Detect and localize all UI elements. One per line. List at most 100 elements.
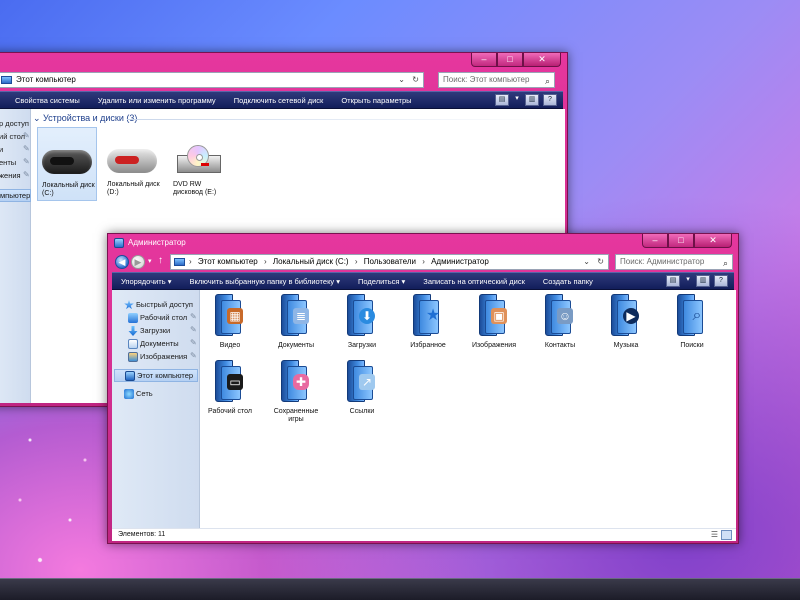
folder-saved-games[interactable]: ✚ Сохраненные игры bbox=[266, 360, 326, 424]
address-bar[interactable]: Этот компьютер ⌄ ↻ bbox=[0, 72, 424, 88]
item-count: Элементов: 11 bbox=[118, 531, 166, 538]
maximize-button[interactable]: □ bbox=[497, 53, 523, 67]
search-icon[interactable]: ⌕ bbox=[545, 74, 550, 88]
pin-icon: ✎ bbox=[190, 351, 197, 360]
pin-icon: ✎ bbox=[23, 170, 30, 179]
close-button[interactable]: ✕ bbox=[523, 53, 561, 67]
documents-icon bbox=[128, 339, 138, 349]
back-address-row: Этот компьютер ⌄ ↻ Поиск: Этот компьютер… bbox=[0, 72, 561, 90]
chevron-down-icon: ⌄ bbox=[33, 113, 44, 123]
dvd-drive-icon bbox=[177, 145, 221, 173]
cmd-uninstall-program[interactable]: Удалить или изменить программу bbox=[89, 96, 225, 105]
cmd-open-settings[interactable]: Открыть параметры bbox=[332, 96, 420, 105]
cmd-map-network-drive[interactable]: Подключить сетевой диск bbox=[225, 96, 333, 105]
downloads-folder-icon: ⬇ bbox=[347, 294, 379, 336]
refresh-icon[interactable]: ↻ bbox=[597, 255, 604, 269]
large-icons-view-icon[interactable] bbox=[721, 530, 732, 540]
nav-item-network[interactable]: Сеть bbox=[112, 388, 200, 401]
breadcrumb-administrator[interactable]: Администратор bbox=[431, 257, 489, 266]
view-options-icon[interactable]: ▤ bbox=[495, 94, 509, 106]
front-command-bar: Упорядочить ▾ Включить выбранную папку в… bbox=[112, 272, 734, 290]
preview-pane-icon[interactable]: ▥ bbox=[525, 94, 539, 106]
cmd-include-in-library[interactable]: Включить выбранную папку в библиотеку ▾ bbox=[180, 277, 349, 286]
chevron-down-icon[interactable]: ⌄ bbox=[583, 255, 590, 269]
breadcrumb-local-disk-c[interactable]: Локальный диск (C:) bbox=[273, 257, 349, 266]
refresh-icon[interactable]: ↻ bbox=[412, 73, 419, 87]
cmd-organize[interactable]: Упорядочить ▾ bbox=[112, 277, 180, 286]
view-options-icon[interactable]: ▤ bbox=[666, 275, 680, 287]
taskbar[interactable] bbox=[0, 578, 800, 600]
nav-item-quick-access[interactable]: Быстрый доступ bbox=[112, 299, 200, 312]
breadcrumb-this-pc[interactable]: Этот компьютер bbox=[198, 257, 258, 266]
minimize-button[interactable]: – bbox=[471, 53, 497, 67]
nav-item-this-pc[interactable]: Этот компьютер bbox=[114, 369, 198, 382]
drive-c[interactable]: Локальный диск (C:) bbox=[37, 127, 97, 201]
nav-item-documents[interactable]: енты ✎ bbox=[0, 157, 31, 170]
cmd-burn[interactable]: Записать на оптический диск bbox=[414, 277, 534, 286]
pin-icon: ✎ bbox=[23, 144, 30, 153]
drive-e-dvd[interactable]: DVD RW дисковод (E:) bbox=[169, 127, 229, 201]
help-icon[interactable]: ? bbox=[543, 94, 557, 106]
front-navigation-pane: Быстрый доступ Рабочий стол ✎ Загрузки ✎… bbox=[112, 290, 200, 528]
nav-item-desktop[interactable]: Рабочий стол ✎ bbox=[112, 312, 200, 325]
folder-contacts[interactable]: ☺ Контакты bbox=[530, 294, 590, 358]
front-window: Администратор – □ ✕ ◀ ▶ ▾ ↑ › Этот компь… bbox=[107, 233, 739, 544]
search-icon[interactable]: ⌕ bbox=[723, 256, 728, 270]
back-arrow-icon[interactable]: ◀ bbox=[115, 255, 129, 269]
front-window-caption-buttons: – □ ✕ bbox=[642, 234, 732, 248]
folder-pictures[interactable]: ▣ Изображения bbox=[464, 294, 524, 358]
forward-arrow-icon[interactable]: ▶ bbox=[131, 255, 145, 269]
address-bar[interactable]: › Этот компьютер › Локальный диск (C:) ›… bbox=[170, 254, 609, 270]
folder-searches[interactable]: ⌕ Поиски bbox=[662, 294, 722, 358]
music-folder-icon: ▶ bbox=[611, 294, 643, 336]
links-folder-icon: ↗ bbox=[347, 360, 379, 402]
preview-pane-icon[interactable]: ▥ bbox=[696, 275, 710, 287]
help-icon[interactable]: ? bbox=[714, 275, 728, 287]
nav-item-downloads[interactable]: и ✎ bbox=[0, 144, 31, 157]
nav-item-desktop[interactable]: ий стол ✎ bbox=[0, 131, 31, 144]
section-devices-drives[interactable]: ⌄ Устройства и диски (3) bbox=[33, 113, 137, 124]
nav-item-this-pc[interactable]: мпьютер bbox=[0, 189, 31, 202]
folder-desktop[interactable]: ▭ Рабочий стол bbox=[200, 360, 260, 424]
breadcrumb-users[interactable]: Пользователи bbox=[364, 257, 416, 266]
saved-games-folder-icon: ✚ bbox=[281, 360, 313, 402]
folder-favorites[interactable]: ★ Избранное bbox=[398, 294, 458, 358]
recent-locations-icon[interactable]: ▾ bbox=[148, 257, 152, 265]
minimize-button[interactable]: – bbox=[642, 234, 668, 248]
nav-item-pictures[interactable]: жения ✎ bbox=[0, 170, 31, 183]
chevron-down-icon[interactable]: ▾ bbox=[684, 275, 692, 287]
back-navigation-pane: р доступ ий стол ✎ и ✎ енты ✎ жения ✎ мпьюте… bbox=[0, 109, 31, 403]
network-icon bbox=[124, 389, 134, 399]
cmd-system-properties[interactable]: Свойства системы bbox=[0, 96, 89, 105]
star-icon bbox=[124, 300, 134, 310]
breadcrumb-this-pc[interactable]: Этот компьютер bbox=[16, 75, 76, 84]
video-folder-icon: ▦ bbox=[215, 294, 247, 336]
search-input[interactable]: Поиск: Этот компьютер ⌕ bbox=[438, 72, 555, 88]
drive-d[interactable]: Локальный диск (D:) bbox=[103, 127, 163, 201]
nav-item-documents[interactable]: Документы ✎ bbox=[112, 338, 200, 351]
maximize-button[interactable]: □ bbox=[668, 234, 694, 248]
folder-downloads[interactable]: ⬇ Загрузки bbox=[332, 294, 392, 358]
computer-icon bbox=[1, 76, 12, 84]
hdd-icon bbox=[107, 149, 157, 173]
close-button[interactable]: ✕ bbox=[694, 234, 732, 248]
downloads-icon bbox=[128, 326, 138, 336]
up-arrow-icon[interactable]: ↑ bbox=[158, 255, 163, 266]
nav-item-downloads[interactable]: Загрузки ✎ bbox=[112, 325, 200, 338]
folder-documents[interactable]: ≣ Документы bbox=[266, 294, 326, 358]
search-placeholder: Поиск: Администратор bbox=[620, 257, 705, 266]
details-view-icon[interactable]: ☰ bbox=[711, 530, 718, 539]
folder-music[interactable]: ▶ Музыка bbox=[596, 294, 656, 358]
cmd-new-folder[interactable]: Создать папку bbox=[534, 277, 602, 286]
computer-icon bbox=[125, 371, 135, 381]
cmd-share[interactable]: Поделиться ▾ bbox=[349, 277, 414, 286]
folder-links[interactable]: ↗ Ссылки bbox=[332, 360, 392, 424]
chevron-down-icon[interactable]: ⌄ bbox=[398, 73, 405, 87]
folder-icon bbox=[114, 238, 124, 248]
search-input[interactable]: Поиск: Администратор ⌕ bbox=[615, 254, 733, 270]
folder-video[interactable]: ▦ Видео bbox=[200, 294, 260, 358]
chevron-down-icon[interactable]: ▾ bbox=[513, 94, 521, 106]
nav-item-pictures[interactable]: Изображения ✎ bbox=[112, 351, 200, 364]
pin-icon: ✎ bbox=[190, 338, 197, 347]
nav-item-quick-access[interactable]: р доступ bbox=[0, 118, 31, 131]
